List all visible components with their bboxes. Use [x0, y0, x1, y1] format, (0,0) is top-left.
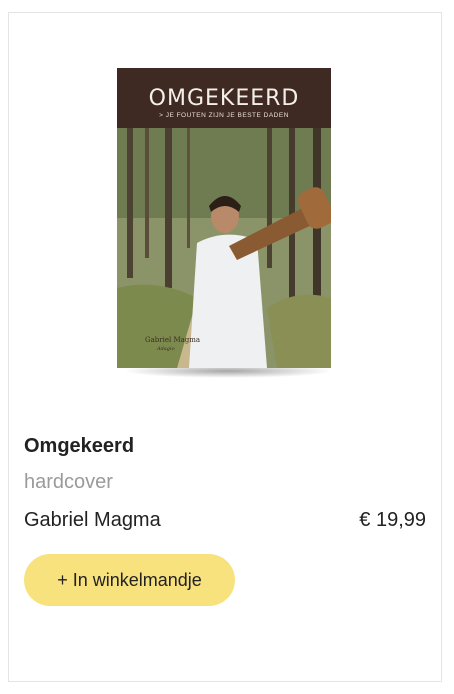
product-author[interactable]: Gabriel Magma — [24, 509, 161, 532]
add-to-cart-button[interactable]: + In winkelmandje — [24, 554, 235, 606]
cover-title: OMGEKEERD — [148, 86, 300, 111]
product-title[interactable]: Omgekeerd — [24, 435, 134, 458]
cover-imprint: Adagio — [157, 346, 175, 352]
cover-author: Gabriel Magma — [145, 336, 201, 344]
product-format: hardcover — [24, 471, 113, 493]
book-cover-image: OMGEKEERD > JE FOUTEN ZIJN JE BESTE DADE… — [117, 68, 331, 368]
product-card: OMGEKEERD > JE FOUTEN ZIJN JE BESTE DADE… — [8, 12, 442, 682]
book-cover-link[interactable]: OMGEKEERD > JE FOUTEN ZIJN JE BESTE DADE… — [117, 68, 333, 378]
cover-forest-illustration — [117, 128, 331, 368]
cover-subtitle: > JE FOUTEN ZIJN JE BESTE DADEN — [159, 112, 289, 119]
product-price: € 19,99 — [359, 509, 426, 531]
